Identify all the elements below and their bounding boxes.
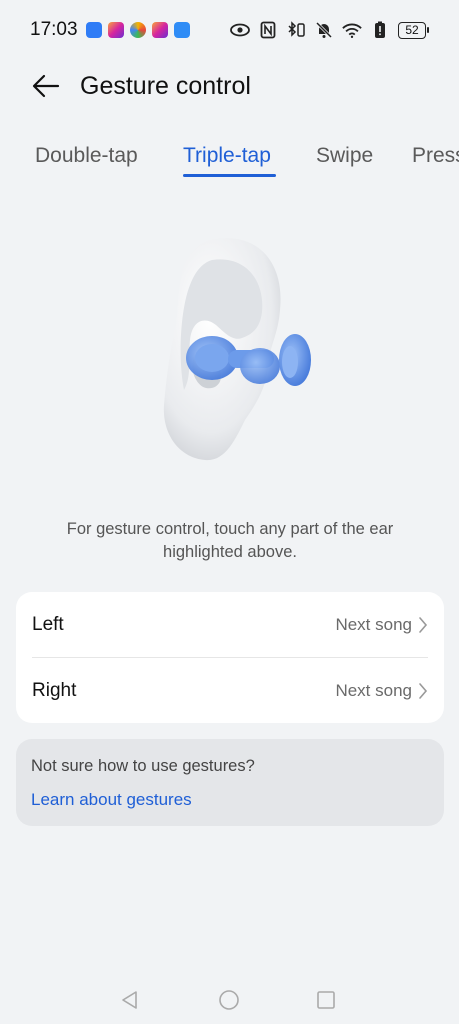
- eye-icon: [230, 20, 250, 40]
- right-gesture-row[interactable]: Right Next song: [16, 658, 444, 723]
- learn-gestures-link[interactable]: Learn about gestures: [31, 790, 192, 810]
- pinwheel-app-icon: [129, 22, 146, 38]
- instagram-app-icon: [151, 22, 168, 38]
- app-header: Gesture control: [0, 60, 459, 112]
- triangle-back-icon: [122, 991, 137, 1009]
- tab-double-tap[interactable]: Double-tap: [35, 144, 138, 168]
- back-arrow-icon: [32, 74, 60, 98]
- wifi-icon: [342, 20, 362, 40]
- instagram-app-icon: [107, 22, 124, 38]
- battery-alert-icon: [370, 20, 390, 40]
- battery-level: 52: [398, 21, 426, 39]
- status-time: 17:03: [30, 19, 78, 40]
- row-value: Next song: [335, 680, 412, 700]
- gesture-settings-card: Left Next song Right Next song: [16, 592, 444, 723]
- battery-indicator: 52: [398, 21, 429, 39]
- battery-tip: [427, 27, 429, 33]
- status-system-icons: 52: [230, 20, 429, 40]
- system-nav-bar: [0, 980, 459, 1020]
- circle-home-icon: [219, 990, 239, 1010]
- bluetooth-vibrate-icon: [286, 20, 306, 40]
- help-text: Not sure how to use gestures?: [31, 757, 255, 775]
- tab-triple-tap[interactable]: Triple-tap: [183, 144, 271, 168]
- status-bar: 17:03 52: [0, 0, 459, 60]
- active-tab-indicator: [183, 174, 276, 177]
- nav-back-button[interactable]: [118, 988, 142, 1012]
- bluetooth-app-icon: [85, 22, 102, 38]
- nfc-icon: [258, 20, 278, 40]
- tab-swipe[interactable]: Swipe: [316, 144, 373, 168]
- help-card: Not sure how to use gestures? Learn abou…: [16, 739, 444, 826]
- nav-recents-button[interactable]: [314, 988, 338, 1012]
- row-label: Right: [32, 679, 77, 701]
- chevron-right-icon: [418, 682, 428, 700]
- cloud-app-icon: [173, 22, 190, 38]
- gesture-description: For gesture control, touch any part of t…: [66, 520, 394, 561]
- back-button[interactable]: [26, 66, 66, 106]
- chevron-right-icon: [418, 616, 428, 634]
- mute-bell-icon: [314, 20, 334, 40]
- nav-home-button[interactable]: [217, 988, 241, 1012]
- gesture-tabs: Double-tap Triple-tap Swipe Press: [0, 132, 459, 182]
- row-value: Next song: [335, 614, 412, 634]
- left-gesture-row[interactable]: Left Next song: [16, 592, 444, 657]
- square-recents-icon: [317, 991, 335, 1009]
- page-title: Gesture control: [80, 71, 251, 100]
- ear-earbud-illustration: [150, 230, 320, 470]
- status-app-icons: [85, 22, 190, 38]
- tab-press[interactable]: Press: [412, 144, 459, 168]
- row-label: Left: [32, 613, 64, 635]
